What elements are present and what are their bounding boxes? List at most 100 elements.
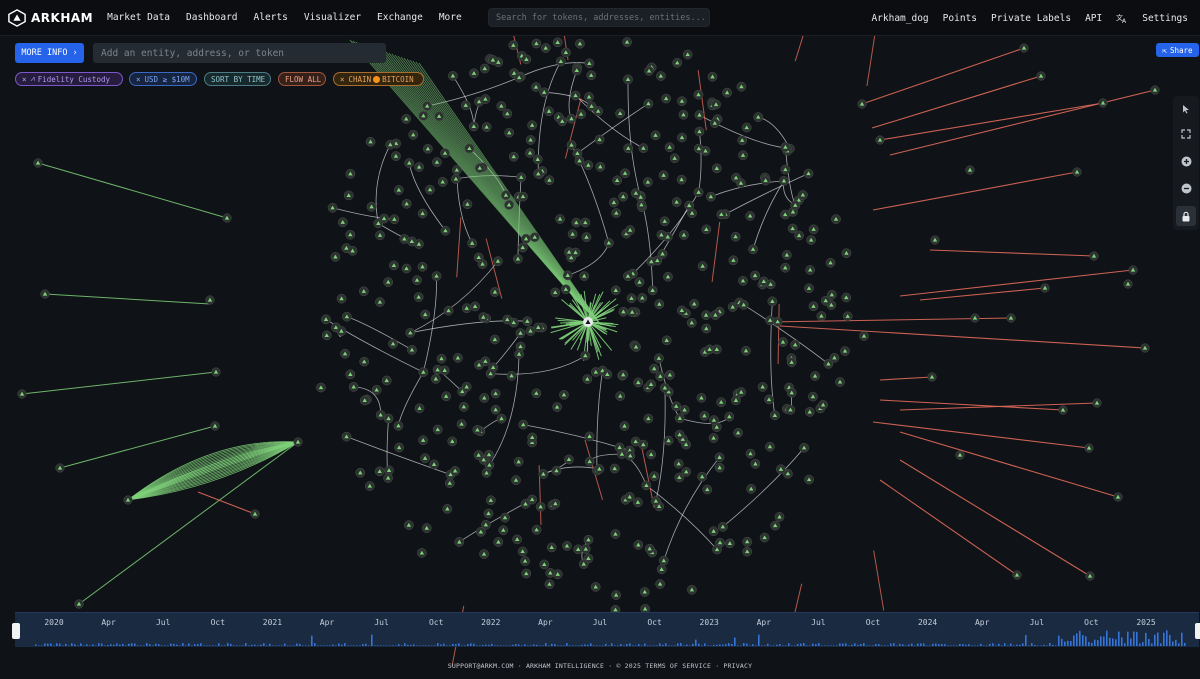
- entity-node[interactable]: [673, 458, 684, 469]
- entity-node[interactable]: [55, 463, 65, 473]
- entity-node[interactable]: [780, 209, 791, 220]
- entity-node[interactable]: [790, 200, 801, 211]
- entity-node[interactable]: [750, 270, 760, 281]
- entity-node[interactable]: [659, 216, 670, 227]
- entity-node[interactable]: [393, 185, 404, 195]
- entity-node[interactable]: [574, 155, 585, 166]
- entity-node[interactable]: [584, 58, 595, 69]
- entity-node[interactable]: [708, 433, 719, 443]
- entity-node[interactable]: [711, 163, 722, 174]
- entity-node[interactable]: [738, 275, 748, 286]
- entity-node[interactable]: [383, 277, 394, 287]
- nav-settings[interactable]: Settings: [1142, 13, 1188, 24]
- entity-node[interactable]: [527, 432, 538, 443]
- entity-node[interactable]: [535, 501, 546, 512]
- filter-chip-flow[interactable]: FLOW ALL: [278, 72, 326, 86]
- entity-node[interactable]: [467, 238, 477, 249]
- entity-node[interactable]: [631, 342, 641, 352]
- entity-node[interactable]: [321, 314, 331, 325]
- entity-node[interactable]: [388, 338, 398, 349]
- entity-node[interactable]: [490, 334, 500, 345]
- entity-node[interactable]: [671, 401, 682, 412]
- timeline-end-handle[interactable]: [1195, 623, 1200, 639]
- entity-node[interactable]: [343, 190, 354, 201]
- entity-node[interactable]: [798, 190, 808, 200]
- entity-node[interactable]: [712, 544, 722, 555]
- entity-node[interactable]: [385, 139, 396, 150]
- entity-node[interactable]: [462, 199, 473, 210]
- entity-node[interactable]: [742, 536, 753, 547]
- entity-node[interactable]: [661, 93, 671, 104]
- entity-node[interactable]: [533, 322, 544, 333]
- entity-node[interactable]: [551, 465, 562, 476]
- entity-node[interactable]: [341, 431, 352, 442]
- entity-node[interactable]: [570, 90, 581, 101]
- entity-node[interactable]: [561, 47, 571, 58]
- entity-node[interactable]: [293, 437, 303, 447]
- entity-node[interactable]: [336, 293, 347, 304]
- entity-node[interactable]: [857, 99, 867, 109]
- entity-node[interactable]: [646, 379, 656, 390]
- entity-node[interactable]: [375, 230, 385, 241]
- entity-node[interactable]: [658, 555, 669, 566]
- arkham-logo[interactable]: ARKHAM: [8, 8, 93, 27]
- entity-node[interactable]: [521, 233, 531, 244]
- entity-node[interactable]: [521, 54, 532, 65]
- entity-node[interactable]: [841, 248, 852, 258]
- entity-node[interactable]: [560, 284, 571, 295]
- entity-node[interactable]: [552, 402, 562, 412]
- entity-node[interactable]: [770, 410, 780, 421]
- entity-node[interactable]: [741, 345, 751, 356]
- entity-node[interactable]: [414, 162, 424, 172]
- entity-node[interactable]: [714, 452, 725, 463]
- entity-node[interactable]: [375, 297, 385, 307]
- entity-node[interactable]: [842, 311, 853, 322]
- entity-node[interactable]: [829, 352, 840, 363]
- entity-node[interactable]: [750, 458, 761, 469]
- entity-node[interactable]: [586, 101, 597, 112]
- entity-node[interactable]: [799, 442, 809, 453]
- entity-node[interactable]: [1150, 85, 1160, 95]
- entity-node[interactable]: [623, 271, 633, 281]
- entity-node[interactable]: [644, 66, 654, 76]
- entity-node[interactable]: [875, 135, 885, 145]
- entity-node[interactable]: [575, 38, 585, 49]
- entity-node[interactable]: [544, 106, 554, 117]
- entity-node[interactable]: [447, 436, 458, 447]
- entity-node[interactable]: [643, 98, 654, 109]
- entity-node[interactable]: [633, 497, 643, 508]
- entity-node[interactable]: [733, 427, 743, 438]
- entity-node[interactable]: [557, 116, 568, 127]
- entity-node[interactable]: [820, 295, 831, 306]
- entity-node[interactable]: [702, 484, 713, 495]
- global-search-input[interactable]: [494, 11, 708, 24]
- entity-node[interactable]: [205, 295, 215, 305]
- entity-node[interactable]: [664, 142, 675, 153]
- entity-node[interactable]: [520, 499, 531, 509]
- entity-node[interactable]: [776, 464, 786, 475]
- entity-node[interactable]: [484, 460, 495, 470]
- entity-node[interactable]: [488, 55, 498, 65]
- entity-node[interactable]: [660, 382, 670, 393]
- entity-node[interactable]: [765, 441, 775, 452]
- entity-node[interactable]: [383, 473, 393, 483]
- entity-node[interactable]: [539, 87, 550, 98]
- entity-node[interactable]: [404, 158, 415, 168]
- entity-node[interactable]: [211, 367, 221, 377]
- nav-more[interactable]: More: [439, 12, 462, 23]
- entity-node[interactable]: [816, 311, 827, 321]
- entity-node[interactable]: [512, 534, 523, 545]
- entity-node[interactable]: [425, 184, 435, 195]
- entity-node[interactable]: [475, 527, 486, 537]
- entity-node[interactable]: [420, 453, 430, 464]
- entity-node[interactable]: [412, 275, 422, 285]
- entity-node[interactable]: [429, 459, 439, 470]
- entity-node[interactable]: [336, 326, 347, 336]
- entity-node[interactable]: [414, 403, 425, 414]
- entity-node[interactable]: [760, 175, 771, 186]
- entity-node[interactable]: [552, 37, 563, 48]
- entity-node[interactable]: [580, 217, 591, 228]
- entity-node[interactable]: [394, 442, 405, 453]
- entity-node[interactable]: [366, 201, 377, 212]
- entity-node[interactable]: [634, 277, 645, 287]
